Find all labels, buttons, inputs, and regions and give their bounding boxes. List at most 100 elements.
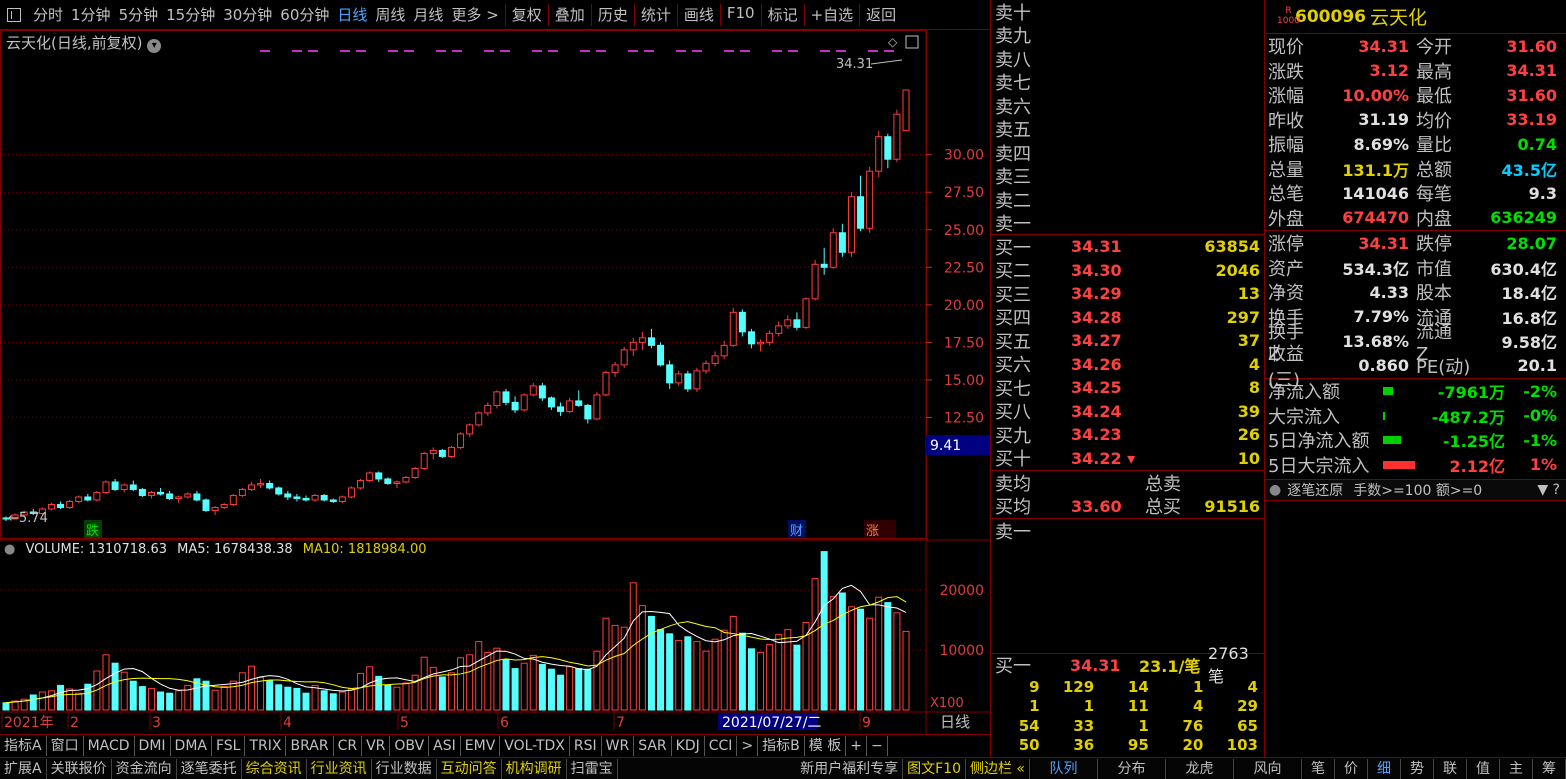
- indicator-tab[interactable]: ASI: [429, 736, 461, 756]
- action-button[interactable]: 统计: [637, 4, 675, 26]
- indicator-tab[interactable]: MACD: [84, 736, 135, 756]
- queue-tab[interactable]: 分布: [1098, 758, 1166, 779]
- indicator-tab[interactable]: VOL-TDX: [500, 736, 570, 756]
- indicator-tab[interactable]: FSL: [212, 736, 246, 756]
- sell-row[interactable]: 卖三: [991, 165, 1264, 188]
- chevron-down-icon[interactable]: ▾: [147, 39, 162, 53]
- indicator-tab[interactable]: DMA: [171, 736, 212, 756]
- tick-filter[interactable]: 手数>=100 额>=0: [1353, 480, 1482, 500]
- sell-row[interactable]: 卖九: [991, 24, 1264, 47]
- action-button[interactable]: 画线: [680, 4, 718, 26]
- bottom-tab[interactable]: 逐笔委托: [177, 758, 242, 779]
- buy-row[interactable]: 买一 34.31 63854: [991, 235, 1264, 259]
- buy-row[interactable]: 买五 34.27 37: [991, 329, 1264, 353]
- period-tab[interactable]: 分时: [29, 4, 67, 25]
- bottom-link[interactable]: 新用户福利专享: [796, 758, 904, 779]
- action-button[interactable]: 复权: [508, 4, 546, 26]
- indicator-tab[interactable]: 指标A: [0, 736, 47, 756]
- period-tab[interactable]: 5分钟: [115, 4, 163, 25]
- sell-row[interactable]: 卖二: [991, 188, 1264, 212]
- indicator-tab[interactable]: 模 板: [805, 736, 847, 756]
- side-tab[interactable]: 值: [1467, 758, 1500, 779]
- indicator-tab[interactable]: 窗口: [47, 736, 84, 756]
- period-tab[interactable]: 日线: [333, 4, 371, 25]
- period-tab[interactable]: 更多 >: [447, 4, 502, 25]
- bottom-link[interactable]: 图文F10: [903, 758, 966, 779]
- kline-chart[interactable]: 30.00 27.50 25.00 22.50 20.00 17.50 15.00 12.50…: [0, 30, 990, 734]
- indicator-tab[interactable]: BRAR: [286, 736, 334, 756]
- filter-icon[interactable]: ▼ ?: [1537, 482, 1560, 498]
- window-icon[interactable]: [7, 7, 21, 22]
- indicator-tab[interactable]: >: [737, 736, 759, 756]
- indicator-tab[interactable]: CR: [334, 736, 363, 756]
- queue-tab[interactable]: 风向: [1234, 758, 1302, 779]
- sell-row[interactable]: 卖八: [991, 47, 1264, 71]
- buy-row[interactable]: 买八 34.24 39: [991, 400, 1264, 424]
- queue-tab[interactable]: 龙虎: [1166, 758, 1234, 779]
- sell-row[interactable]: 卖五: [991, 118, 1264, 141]
- action-button[interactable]: 标记: [764, 4, 802, 26]
- action-button[interactable]: 历史: [594, 4, 632, 26]
- indicator-tab[interactable]: TRIX: [245, 736, 287, 756]
- action-button[interactable]: 返回: [862, 4, 900, 26]
- side-tab[interactable]: 势: [1401, 758, 1434, 779]
- period-tab[interactable]: 1分钟: [67, 4, 115, 25]
- side-tab[interactable]: 价: [1335, 758, 1368, 779]
- side-tab[interactable]: 细: [1368, 758, 1401, 779]
- period-tab[interactable]: 15分钟: [162, 4, 219, 25]
- indicator-tab[interactable]: VR: [362, 736, 391, 756]
- indicator-tab[interactable]: CCI: [705, 736, 738, 756]
- side-tab[interactable]: 笔: [1302, 758, 1335, 779]
- buy-row[interactable]: 买三 34.29 13: [991, 282, 1264, 306]
- bottom-tab[interactable]: 扫雷宝: [567, 758, 618, 779]
- indicator-tab[interactable]: KDJ: [672, 736, 705, 756]
- indicator-tab[interactable]: 指标B: [758, 736, 805, 756]
- sell-row[interactable]: 卖四: [991, 141, 1264, 165]
- volume-bar: [2, 702, 10, 711]
- action-button[interactable]: 叠加: [551, 4, 589, 26]
- side-tab[interactable]: 主: [1500, 758, 1533, 779]
- bottom-tab[interactable]: 综合资讯: [242, 758, 307, 779]
- candle-body: [438, 449, 446, 457]
- stat-value: 31.60: [1506, 36, 1557, 56]
- side-tab[interactable]: 联: [1434, 758, 1467, 779]
- settings-icon[interactable]: ●: [4, 542, 15, 557]
- settings-icon[interactable]: ●: [1269, 482, 1281, 498]
- bottom-tab[interactable]: 关联报价: [47, 758, 112, 779]
- side-tab[interactable]: 筹: [1533, 758, 1566, 779]
- bottom-tab[interactable]: 资金流向: [112, 758, 177, 779]
- indicator-tab[interactable]: RSI: [570, 736, 602, 756]
- sell-row[interactable]: 卖十: [991, 0, 1264, 24]
- indicator-tab[interactable]: OBV: [390, 736, 430, 756]
- period-tab[interactable]: 月线: [409, 4, 447, 25]
- action-button[interactable]: F10: [723, 4, 759, 26]
- bottom-tab[interactable]: 扩展A: [0, 758, 47, 779]
- sell-row[interactable]: 卖七: [991, 71, 1264, 94]
- bottom-tab[interactable]: 行业资讯: [307, 758, 372, 779]
- bottom-tab[interactable]: 机构调研: [502, 758, 567, 779]
- buy-row[interactable]: 买四 34.28 297: [991, 306, 1264, 330]
- period-tab[interactable]: 周线: [371, 4, 409, 25]
- bottom-tab[interactable]: 行业数据: [372, 758, 437, 779]
- indicator-tab[interactable]: −: [867, 736, 888, 756]
- indicator-tab[interactable]: +: [846, 736, 867, 756]
- period-tab[interactable]: 60分钟: [276, 4, 333, 25]
- sell-row[interactable]: 卖一: [991, 212, 1264, 235]
- buy-row[interactable]: 买九 34.23 26: [991, 423, 1264, 447]
- period-tab[interactable]: 30分钟: [219, 4, 276, 25]
- indicator-tab[interactable]: SAR: [634, 736, 672, 756]
- indicator-tab[interactable]: WR: [602, 736, 635, 756]
- queue-tab[interactable]: 队列: [1030, 758, 1098, 779]
- indicator-tab[interactable]: EMV: [461, 736, 501, 756]
- buy-row[interactable]: 买二 34.30 2046: [991, 259, 1264, 283]
- sell-row[interactable]: 卖六: [991, 94, 1264, 118]
- buy-row[interactable]: 买七 34.25 8: [991, 376, 1264, 400]
- buy-row[interactable]: 买十 34.22 ▾ 10: [991, 447, 1264, 471]
- signal-dot: [628, 50, 638, 52]
- indicator-tab[interactable]: DMI: [135, 736, 171, 756]
- bottom-tab[interactable]: 互动问答: [437, 758, 502, 779]
- candle-body: [711, 355, 719, 364]
- action-button[interactable]: +自选: [807, 4, 858, 26]
- bottom-link[interactable]: 侧边栏 «: [966, 758, 1030, 779]
- buy-row[interactable]: 买六 34.26 4: [991, 353, 1264, 377]
